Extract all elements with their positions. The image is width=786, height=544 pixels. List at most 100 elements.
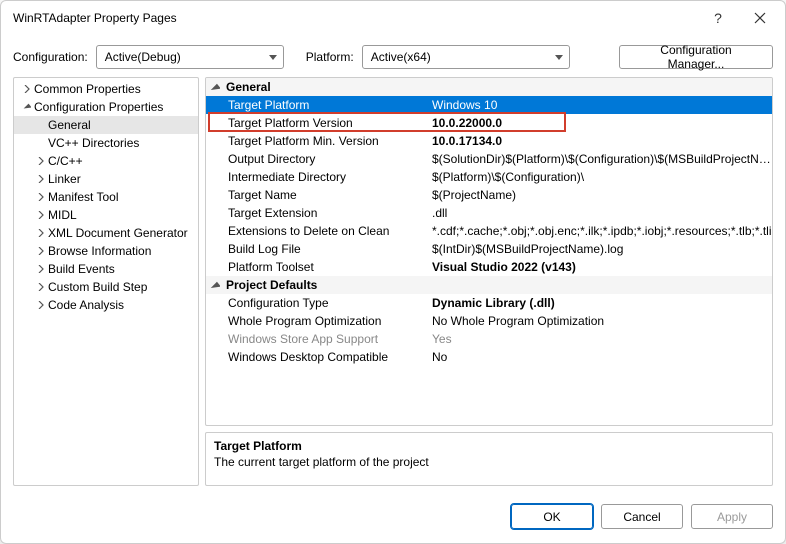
chevron-right-icon [34,229,48,237]
property-name: Configuration Type [206,296,432,310]
property-row[interactable]: Platform ToolsetVisual Studio 2022 (v143… [206,258,772,276]
property-row[interactable]: Whole Program OptimizationNo Whole Progr… [206,312,772,330]
help-icon: ? [714,10,722,26]
property-row[interactable]: Configuration TypeDynamic Library (.dll) [206,294,772,312]
tree-item[interactable]: VC++ Directories [14,134,199,152]
tree-item-label: Code Analysis [48,298,124,312]
property-row[interactable]: Target Name$(ProjectName) [206,186,772,204]
category-label: Project Defaults [226,278,317,292]
property-value[interactable]: No Whole Program Optimization [432,314,772,328]
cancel-button[interactable]: Cancel [601,504,683,529]
property-name: Windows Desktop Compatible [206,350,432,364]
tree-item-label: Build Events [48,262,115,276]
tree-item[interactable]: Configuration Properties [14,98,199,116]
configuration-manager-button[interactable]: Configuration Manager... [619,45,773,69]
close-icon [754,12,766,24]
configuration-dropdown[interactable]: Active(Debug) [96,45,284,69]
category-label: General [226,80,271,94]
category-row[interactable]: General [206,78,772,96]
tree-item[interactable]: Manifest Tool [14,188,199,206]
description-title: Target Platform [214,439,764,453]
property-value[interactable]: Visual Studio 2022 (v143) [432,260,772,274]
dialog-footer: OK Cancel Apply [1,494,785,543]
property-value[interactable]: No [432,350,772,364]
tree-item[interactable]: Linker [14,170,199,188]
tree-item[interactable]: Browse Information [14,242,199,260]
tree-item[interactable]: C/C++ [14,152,199,170]
property-name: Platform Toolset [206,260,432,274]
tree-item[interactable]: Build Events [14,260,199,278]
property-row[interactable]: Target Platform Version10.0.22000.0 [206,114,772,132]
chevron-down-icon [210,82,220,94]
property-row[interactable]: Extensions to Delete on Clean*.cdf;*.cac… [206,222,772,240]
property-pages-dialog: WinRTAdapter Property Pages ? Configurat… [0,0,786,544]
close-button[interactable] [739,3,781,33]
property-value[interactable]: $(IntDir)$(MSBuildProjectName).log [432,242,772,256]
property-value[interactable]: Dynamic Library (.dll) [432,296,772,310]
property-value[interactable]: *.cdf;*.cache;*.obj;*.obj.enc;*.ilk;*.ip… [432,224,772,238]
property-row[interactable]: Target PlatformWindows 10 [206,96,772,114]
property-name: Target Name [206,188,432,202]
property-name: Whole Program Optimization [206,314,432,328]
property-value[interactable]: .dll [432,206,772,220]
tree-item-label: Common Properties [34,82,141,96]
tree-item-label: Manifest Tool [48,190,118,204]
platform-label: Platform: [306,50,354,64]
tree-item[interactable]: Code Analysis [14,296,199,314]
titlebar: WinRTAdapter Property Pages ? [1,1,785,35]
config-row: Configuration: Active(Debug) Platform: A… [1,35,785,77]
chevron-right-icon [34,301,48,309]
tree-item-label: General [48,118,91,132]
property-row[interactable]: Target Platform Min. Version10.0.17134.0 [206,132,772,150]
property-row[interactable]: Output Directory$(SolutionDir)$(Platform… [206,150,772,168]
property-row[interactable]: Intermediate Directory$(Platform)\$(Conf… [206,168,772,186]
property-row[interactable]: Build Log File$(IntDir)$(MSBuildProjectN… [206,240,772,258]
tree-item-label: MIDL [48,208,77,222]
property-value[interactable]: $(ProjectName) [432,188,772,202]
help-button[interactable]: ? [697,3,739,33]
chevron-right-icon [34,265,48,273]
chevron-right-icon [20,85,34,93]
property-grid[interactable]: GeneralTarget PlatformWindows 10Target P… [205,77,773,426]
property-name: Output Directory [206,152,432,166]
property-name: Target Platform Version [206,116,432,130]
tree-item[interactable]: Custom Build Step [14,278,199,296]
property-value[interactable]: Yes [432,332,772,346]
property-value[interactable]: 10.0.22000.0 [432,116,772,130]
chevron-down-icon [210,280,220,292]
tree-item[interactable]: Common Properties [14,80,199,98]
property-name: Build Log File [206,242,432,256]
chevron-right-icon [34,247,48,255]
property-row[interactable]: Windows Store App SupportYes [206,330,772,348]
property-value[interactable]: $(Platform)\$(Configuration)\ [432,170,772,184]
property-value[interactable]: $(SolutionDir)$(Platform)\$(Configuratio… [432,152,772,166]
property-value[interactable]: 10.0.17134.0 [432,134,772,148]
property-name: Extensions to Delete on Clean [206,224,432,238]
tree-item-label: C/C++ [48,154,83,168]
tree-item[interactable]: General [14,116,199,134]
chevron-right-icon [34,211,48,219]
apply-button[interactable]: Apply [691,504,773,529]
property-row[interactable]: Windows Desktop CompatibleNo [206,348,772,366]
property-value[interactable]: Windows 10 [432,98,772,112]
description-text: The current target platform of the proje… [214,455,764,469]
platform-dropdown[interactable]: Active(x64) [362,45,570,69]
property-row[interactable]: Target Extension.dll [206,204,772,222]
tree-item-label: VC++ Directories [48,136,139,150]
property-name: Target Extension [206,206,432,220]
category-row[interactable]: Project Defaults [206,276,772,294]
tree-item[interactable]: XML Document Generator [14,224,199,242]
tree-item[interactable]: MIDL [14,206,199,224]
property-name: Target Platform [206,98,432,112]
tree-item-label: XML Document Generator [48,226,188,240]
ok-button[interactable]: OK [511,504,593,529]
chevron-down-icon [20,103,34,111]
tree-item-label: Custom Build Step [48,280,147,294]
window-title: WinRTAdapter Property Pages [13,11,697,25]
chevron-right-icon [34,175,48,183]
tree-item-label: Browse Information [48,244,151,258]
tree-item-label: Linker [48,172,81,186]
chevron-right-icon [34,193,48,201]
nav-tree[interactable]: Common Properties Configuration Propertie… [13,77,199,486]
property-name: Intermediate Directory [206,170,432,184]
